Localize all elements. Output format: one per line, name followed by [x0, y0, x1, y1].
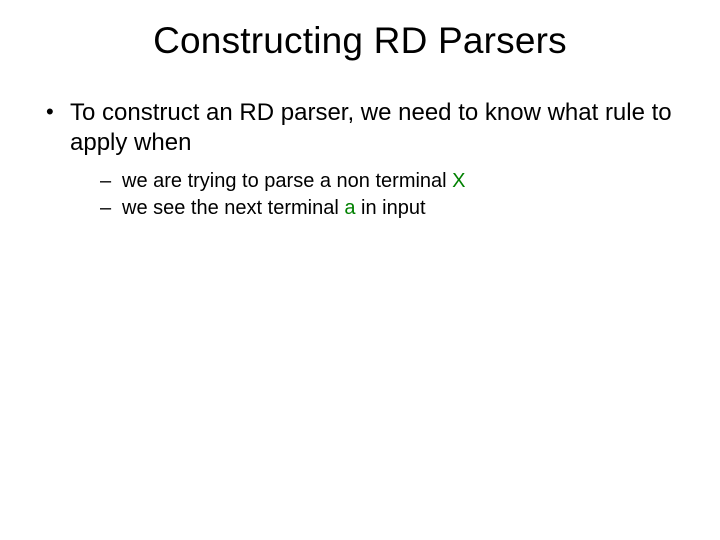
terminal-a: a — [344, 197, 355, 219]
sub-list: we are trying to parse a non terminal X … — [70, 168, 690, 222]
bullet-item: To construct an RD parser, we need to kn… — [40, 98, 690, 222]
sub-text: in input — [355, 197, 425, 219]
sub-item: we are trying to parse a non terminal X — [100, 168, 690, 195]
bullet-text: To construct an RD parser, we need to kn… — [70, 99, 672, 156]
sub-item: we see the next terminal a in input — [100, 195, 690, 222]
slide-title: Constructing RD Parsers — [30, 20, 690, 62]
sub-text: we are trying to parse a non terminal — [122, 170, 452, 192]
slide: Constructing RD Parsers To construct an … — [0, 0, 720, 540]
nonterminal-x: X — [452, 170, 465, 192]
sub-text: we see the next terminal — [122, 197, 344, 219]
bullet-list: To construct an RD parser, we need to kn… — [30, 98, 690, 222]
